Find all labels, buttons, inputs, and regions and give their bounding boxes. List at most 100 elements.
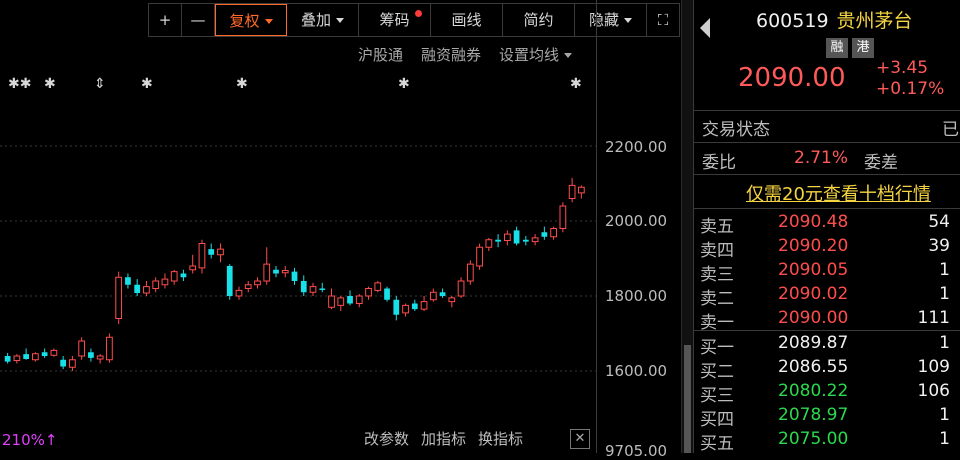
candle[interactable] bbox=[254, 277, 261, 289]
ask-row[interactable]: 卖一 2090.00 111 bbox=[694, 308, 960, 333]
candle-body bbox=[319, 288, 326, 290]
collapse-arrow-icon[interactable] bbox=[700, 18, 710, 38]
candle[interactable] bbox=[125, 273, 131, 289]
candle[interactable] bbox=[355, 294, 363, 308]
candle[interactable] bbox=[402, 303, 409, 317]
stock-name: 贵州茅台 bbox=[836, 10, 913, 32]
candle[interactable] bbox=[69, 356, 76, 371]
candle[interactable] bbox=[300, 275, 307, 296]
candle[interactable] bbox=[541, 226, 548, 240]
candlestick-chart bbox=[0, 145, 596, 372]
hk-connect-tag: 港 bbox=[852, 38, 874, 58]
candle[interactable] bbox=[347, 290, 353, 306]
candle[interactable] bbox=[23, 348, 30, 360]
candle[interactable] bbox=[281, 266, 289, 278]
candle[interactable] bbox=[115, 271, 123, 325]
ask-level-label: 卖五 bbox=[700, 217, 734, 237]
candle[interactable] bbox=[134, 279, 141, 296]
candle[interactable] bbox=[273, 266, 279, 278]
trade-status-value: 已 bbox=[942, 120, 959, 140]
candle[interactable] bbox=[328, 288, 335, 310]
ask-row[interactable]: 卖五 2090.48 54 bbox=[694, 212, 960, 237]
candle[interactable] bbox=[226, 264, 233, 300]
candle[interactable] bbox=[208, 243, 215, 259]
kline-chart-area[interactable]: + — 复权 叠加 筹码 画线 简约 隐藏 ⛶ 沪股通 融资融券 设置均线 ✱✱… bbox=[0, 0, 680, 460]
candle[interactable] bbox=[198, 239, 206, 274]
candle[interactable] bbox=[13, 354, 21, 364]
candle-body bbox=[337, 297, 345, 306]
candle[interactable] bbox=[374, 281, 382, 293]
candle[interactable] bbox=[41, 348, 48, 358]
candle[interactable] bbox=[365, 286, 372, 300]
candle-body bbox=[550, 228, 557, 238]
candle[interactable] bbox=[180, 269, 187, 281]
candle[interactable] bbox=[457, 277, 465, 298]
candle[interactable] bbox=[152, 277, 160, 293]
bid-row[interactable]: 买三 2080.22 106 bbox=[694, 381, 960, 406]
candle[interactable] bbox=[319, 282, 326, 293]
candle[interactable] bbox=[559, 202, 567, 233]
scrollbar[interactable] bbox=[681, 0, 693, 453]
ask-row[interactable]: 卖四 2090.20 39 bbox=[694, 236, 960, 261]
candle[interactable] bbox=[263, 247, 271, 285]
bid-volume: 1 bbox=[939, 405, 950, 425]
candle[interactable] bbox=[161, 273, 169, 289]
candle[interactable] bbox=[393, 296, 400, 321]
candle[interactable] bbox=[503, 230, 511, 246]
candle[interactable] bbox=[88, 348, 94, 362]
scrollbar-thumb[interactable] bbox=[684, 345, 691, 453]
candle[interactable] bbox=[50, 348, 58, 357]
ask-row[interactable]: 卖二 2090.02 1 bbox=[694, 284, 960, 309]
candle-body bbox=[328, 295, 335, 308]
candle[interactable] bbox=[217, 243, 224, 263]
switch-indicator-button[interactable]: 换指标 bbox=[478, 428, 523, 449]
candle[interactable] bbox=[60, 356, 67, 370]
ask-price: 2090.20 bbox=[778, 236, 849, 256]
edit-params-button[interactable]: 改参数 bbox=[364, 428, 409, 449]
level2-promo-link[interactable]: 仅需20元查看十档行情 bbox=[746, 180, 931, 206]
candle[interactable] bbox=[448, 296, 456, 308]
candle[interactable] bbox=[4, 353, 11, 364]
candle[interactable] bbox=[143, 281, 150, 296]
candle-body bbox=[226, 266, 233, 296]
candle[interactable] bbox=[78, 337, 86, 360]
candle[interactable] bbox=[429, 288, 437, 302]
candle[interactable] bbox=[550, 226, 557, 240]
bid-row[interactable]: 买二 2086.55 109 bbox=[694, 357, 960, 382]
bid-row[interactable]: 买一 2089.87 1 bbox=[694, 333, 960, 358]
candle[interactable] bbox=[106, 333, 113, 363]
candle[interactable] bbox=[420, 296, 428, 311]
candle-body bbox=[4, 356, 11, 362]
bid-row[interactable]: 买四 2078.97 1 bbox=[694, 405, 960, 430]
candle[interactable] bbox=[531, 234, 539, 246]
candle[interactable] bbox=[522, 236, 529, 246]
candle[interactable] bbox=[476, 243, 483, 270]
candle[interactable] bbox=[337, 296, 345, 311]
candle[interactable] bbox=[466, 260, 474, 285]
candle[interactable] bbox=[513, 226, 520, 246]
ask-row[interactable]: 卖三 2090.05 1 bbox=[694, 260, 960, 285]
candle[interactable] bbox=[244, 281, 252, 293]
candle-body bbox=[384, 288, 390, 300]
candle[interactable] bbox=[235, 286, 243, 300]
candle[interactable] bbox=[309, 282, 317, 296]
candle[interactable] bbox=[291, 267, 298, 285]
candle[interactable] bbox=[170, 269, 178, 285]
candle-body bbox=[217, 248, 224, 256]
candle[interactable] bbox=[578, 185, 585, 199]
candle[interactable] bbox=[495, 234, 501, 248]
candle[interactable] bbox=[189, 254, 197, 274]
bid-row[interactable]: 买五 2075.00 1 bbox=[694, 429, 960, 454]
candle[interactable] bbox=[485, 237, 493, 251]
close-icon[interactable]: ✕ bbox=[570, 429, 590, 449]
bid-level-label: 买二 bbox=[700, 362, 734, 382]
candle[interactable] bbox=[96, 354, 104, 364]
candle[interactable] bbox=[32, 352, 39, 362]
candle[interactable] bbox=[568, 177, 576, 203]
ask-price: 2090.02 bbox=[778, 284, 849, 304]
bid-level-label: 买五 bbox=[700, 434, 734, 454]
candle[interactable] bbox=[384, 286, 390, 302]
add-indicator-button[interactable]: 加指标 bbox=[421, 428, 466, 449]
candle[interactable] bbox=[411, 299, 418, 311]
candle-body bbox=[69, 359, 76, 368]
